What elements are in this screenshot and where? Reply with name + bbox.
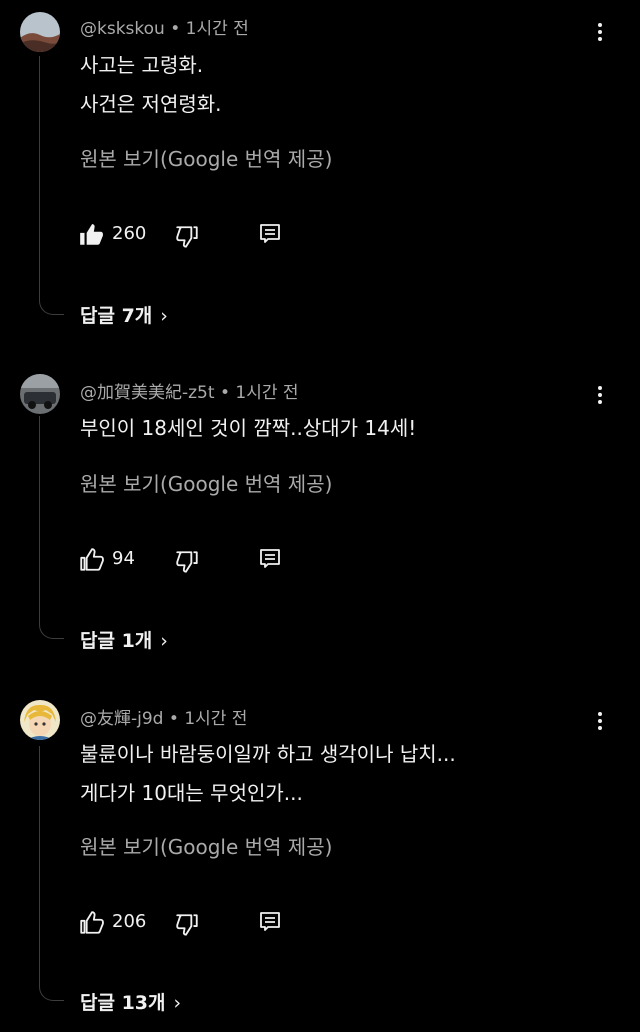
- comment-meta: @加賀美美紀-z5t • 1시간 전: [80, 378, 299, 403]
- reply-comment-icon[interactable]: [258, 910, 282, 934]
- comment-text-line: 부인이 18세인 것이 깜짝..상대가 14세!: [80, 416, 417, 440]
- view-replies-button[interactable]: 답글 13개 ›: [80, 988, 181, 1015]
- replies-label: 답글 1개: [80, 630, 153, 652]
- translate-link[interactable]: 원본 보기(Google 번역 제공): [80, 831, 332, 860]
- avatar[interactable]: [20, 12, 60, 52]
- reply-comment-icon[interactable]: [258, 547, 282, 571]
- thread-line: [39, 416, 64, 639]
- more-vert-icon[interactable]: [588, 709, 612, 733]
- comment-actions: 94: [78, 545, 308, 575]
- like-count: 260: [112, 223, 147, 244]
- meta-separator: •: [170, 19, 181, 39]
- avatar[interactable]: [20, 374, 60, 414]
- author-handle[interactable]: @加賀美美紀-z5t: [80, 383, 215, 403]
- replies-label: 답글 13개: [80, 992, 166, 1014]
- view-replies-button[interactable]: 답글 7개 ›: [80, 301, 168, 328]
- translate-link[interactable]: 원본 보기(Google 번역 제공): [80, 468, 332, 497]
- comment-text-line: 사건은 저연령화.: [80, 92, 222, 116]
- comment-meta: @kskskou • 1시간 전: [80, 14, 249, 39]
- translate-link[interactable]: 원본 보기(Google 번역 제공): [80, 143, 332, 172]
- thread-line: [39, 746, 64, 1001]
- chevron-right-icon: ›: [160, 630, 168, 652]
- comment-time: 1시간 전: [184, 709, 248, 729]
- like-count: 206: [112, 911, 147, 932]
- thumb-down-icon[interactable]: [174, 224, 200, 250]
- comment-text-line: 게다가 10대는 무엇인가...: [80, 781, 303, 805]
- comment-meta: @友輝-j9d • 1시간 전: [80, 704, 247, 729]
- thumb-up-icon[interactable]: [78, 910, 104, 936]
- replies-label: 답글 7개: [80, 305, 153, 327]
- comment-text-line: 사고는 고령화.: [80, 53, 204, 77]
- chevron-right-icon: ›: [160, 305, 168, 327]
- comment-actions: 260: [78, 220, 308, 250]
- thread-line: [39, 56, 64, 315]
- view-replies-button[interactable]: 답글 1개 ›: [80, 626, 168, 653]
- comment-actions: 206: [78, 908, 308, 938]
- meta-separator: •: [168, 709, 179, 729]
- thumb-down-icon[interactable]: [174, 912, 200, 938]
- thumb-up-icon[interactable]: [78, 547, 104, 573]
- more-vert-icon[interactable]: [588, 383, 612, 407]
- comment-text-line: 불륜이나 바람둥이일까 하고 생각이나 납치...: [80, 742, 456, 766]
- author-handle[interactable]: @友輝-j9d: [80, 709, 163, 729]
- meta-separator: •: [219, 383, 230, 403]
- comment-time: 1시간 전: [235, 383, 299, 403]
- author-handle[interactable]: @kskskou: [80, 19, 165, 39]
- chevron-right-icon: ›: [173, 992, 182, 1014]
- avatar[interactable]: [20, 700, 60, 740]
- like-count: 94: [112, 548, 135, 569]
- more-vert-icon[interactable]: [588, 20, 612, 44]
- thumb-down-icon[interactable]: [174, 549, 200, 575]
- reply-comment-icon[interactable]: [258, 222, 282, 246]
- comment-time: 1시간 전: [185, 19, 249, 39]
- thumb-up-icon[interactable]: [78, 222, 104, 248]
